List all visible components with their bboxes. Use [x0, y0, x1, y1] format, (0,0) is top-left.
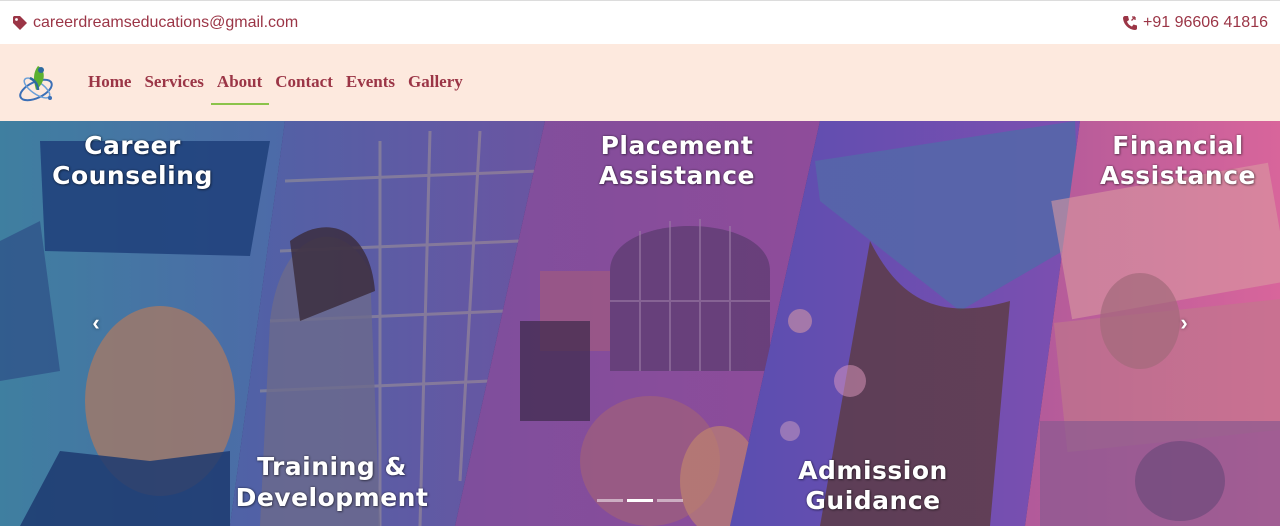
- tag-icon: [13, 15, 27, 30]
- nav-services[interactable]: Services: [138, 70, 210, 98]
- site-logo[interactable]: [16, 60, 58, 108]
- caption-line: Admission: [798, 456, 948, 485]
- nav-contact[interactable]: Contact: [269, 70, 340, 98]
- carousel-indicator[interactable]: [627, 499, 653, 502]
- main-navbar: Home Services About Contact Events Galle…: [0, 44, 1280, 121]
- caption-line: Assistance: [1100, 161, 1256, 190]
- slide-caption-training-development: Training & Development: [212, 451, 452, 514]
- caption-line: Assistance: [599, 161, 755, 190]
- chevron-left-icon: ‹: [92, 310, 100, 335]
- caption-line: Career: [84, 131, 181, 160]
- carousel-prev-button[interactable]: ‹: [86, 311, 106, 335]
- slide-caption-placement-assistance: Placement Assistance: [572, 131, 782, 191]
- caption-line: Financial: [1112, 131, 1244, 160]
- slide-caption-career-counseling: Career Counseling: [40, 131, 225, 191]
- hero-carousel: Career Counseling Placement Assistance F…: [0, 121, 1280, 526]
- main-menu: Home Services About Contact Events Galle…: [82, 70, 470, 105]
- top-contact-bar: careerdreamseducations@gmail.com +91 966…: [0, 0, 1280, 44]
- caption-line: Counseling: [52, 161, 213, 190]
- slide-caption-admission-guidance: Admission Guidance: [778, 456, 968, 516]
- email-contact[interactable]: careerdreamseducations@gmail.com: [12, 14, 298, 32]
- chevron-right-icon: ›: [1180, 310, 1188, 335]
- carousel-next-button[interactable]: ›: [1174, 311, 1194, 335]
- nav-home[interactable]: Home: [82, 70, 138, 98]
- carousel-indicator[interactable]: [657, 499, 683, 502]
- caption-line: Guidance: [805, 486, 941, 515]
- slide-caption-financial-assistance: Financial Assistance: [1078, 131, 1278, 191]
- phone-contact[interactable]: +91 96606 41816: [1122, 14, 1268, 32]
- caption-line: Placement: [600, 131, 754, 160]
- nav-about[interactable]: About: [210, 70, 270, 105]
- caption-line: Development: [235, 483, 429, 513]
- carousel-indicators: [597, 499, 683, 502]
- phone-icon: [1122, 15, 1137, 30]
- phone-text: +91 96606 41816: [1142, 13, 1268, 31]
- nav-gallery[interactable]: Gallery: [402, 70, 470, 98]
- caption-line: Training &: [257, 452, 407, 481]
- nav-events[interactable]: Events: [340, 70, 402, 98]
- carousel-indicator[interactable]: [597, 499, 623, 502]
- email-text: careerdreamseducations@gmail.com: [33, 13, 299, 31]
